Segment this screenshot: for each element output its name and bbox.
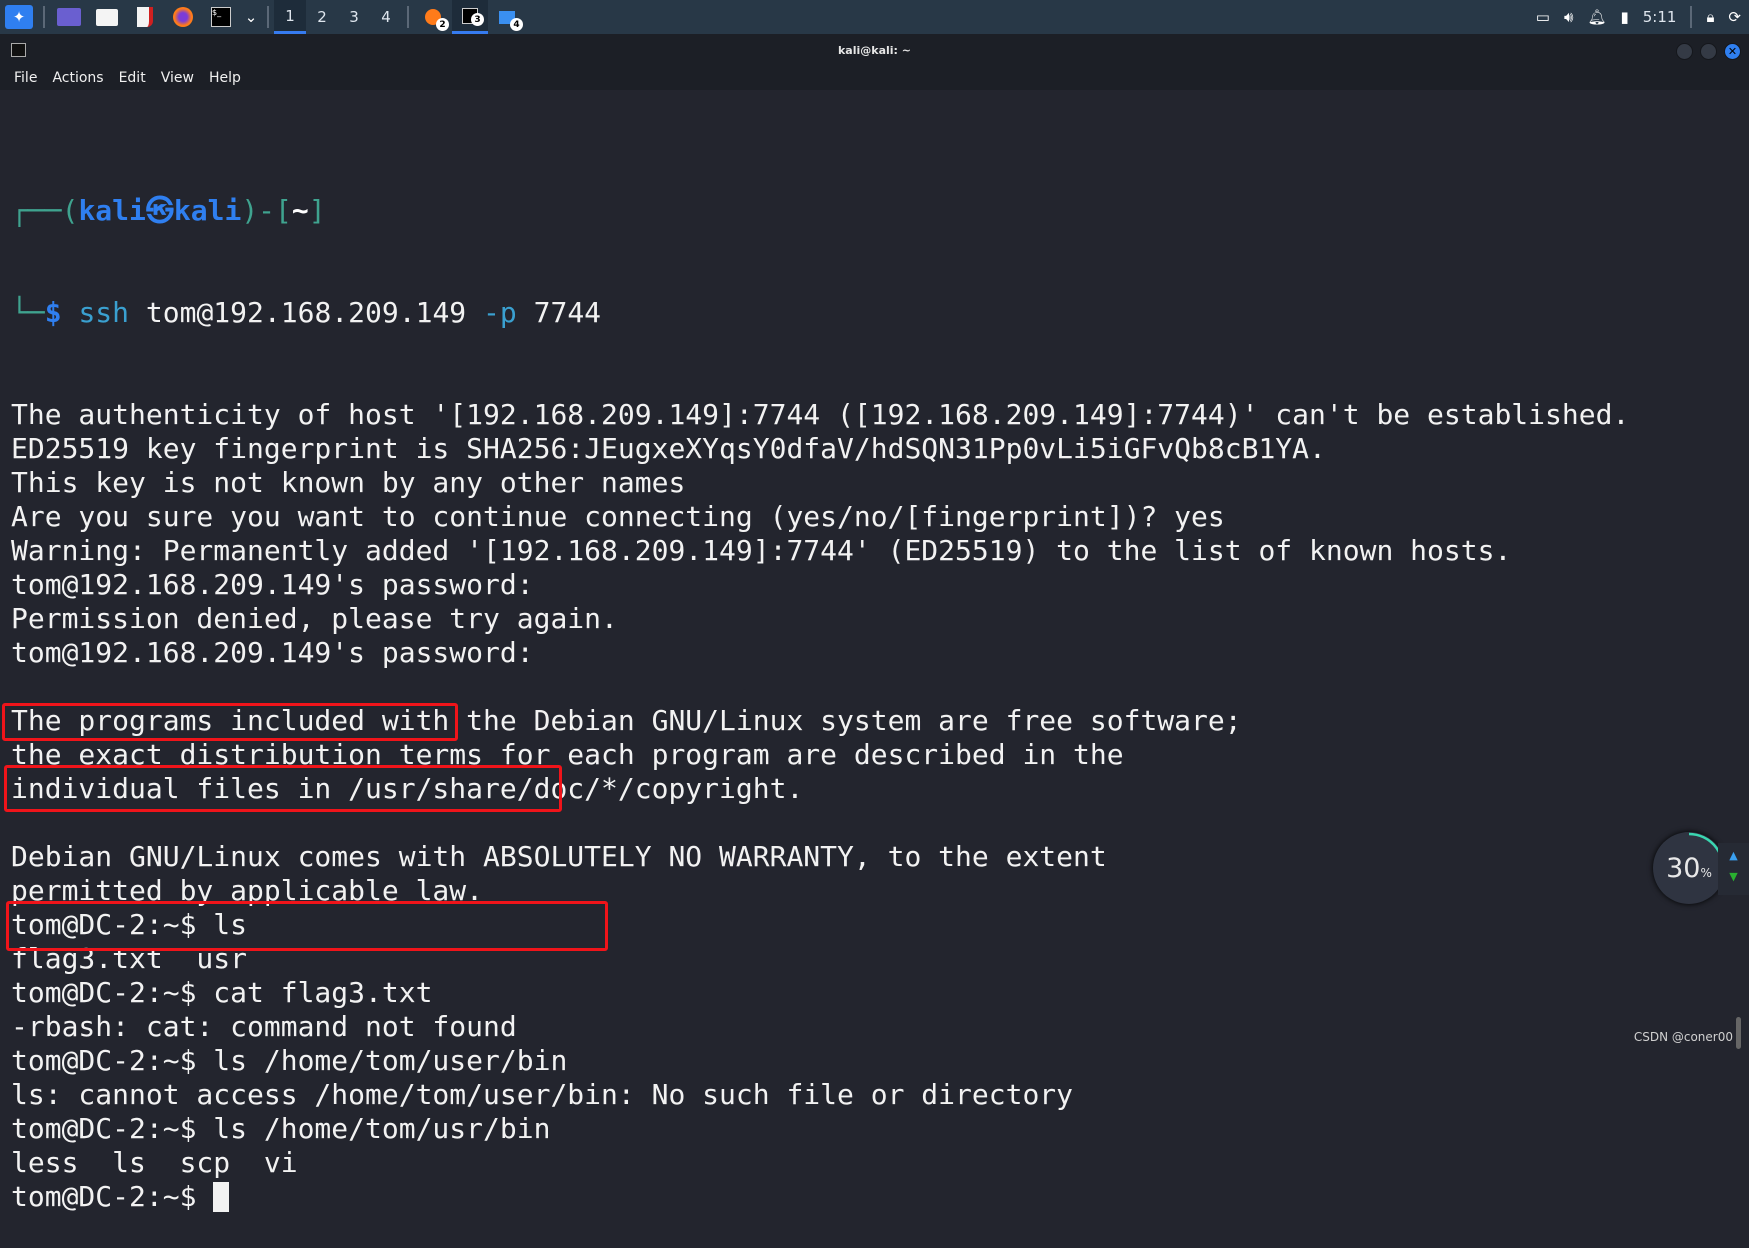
text-editor-icon[interactable] [131, 5, 159, 29]
terminal-line: tom@192.168.209.149's password: [11, 568, 551, 601]
terminal-line: less ls scp vi [11, 1146, 298, 1179]
workspace-2[interactable]: 2 [306, 0, 338, 34]
ssh-command-line: └─$ ssh tom@192.168.209.149 -p 7744 [11, 296, 602, 329]
download-arrow-icon: ▼ [1729, 870, 1738, 883]
divider [267, 6, 269, 28]
menu-view[interactable]: View [161, 68, 194, 90]
firefox-windows-icon[interactable]: 2 [419, 5, 449, 31]
network-icon[interactable]: ▭ [1536, 8, 1550, 26]
terminal-cursor [213, 1182, 230, 1212]
divider [1690, 6, 1693, 28]
terminal-line: Permission denied, please try again. [11, 602, 618, 635]
highlight-box-ls [2, 703, 458, 741]
terminal-line: This key is not known by any other names [11, 466, 686, 499]
terminal-icon[interactable]: $_ [207, 5, 235, 29]
divider [407, 6, 409, 28]
terminal-line: The authenticity of host '[192.168.209.1… [11, 398, 1630, 431]
menu-help[interactable]: Help [209, 68, 241, 90]
notification-bell-icon[interactable]: 🔔︎ [1587, 8, 1606, 26]
lock-icon[interactable]: 🔒︎ [1706, 8, 1714, 26]
volume-icon[interactable]: 🔊︎ [1564, 8, 1573, 26]
scrollbar[interactable] [1736, 1017, 1741, 1049]
terminal-output[interactable]: ┌──(kali㉿kali)-[~] └─$ ssh tom@192.168.2… [11, 126, 1629, 1248]
chevron-down-icon[interactable]: ⌄ [245, 5, 258, 29]
terminal-windows-icon[interactable]: 3 [452, 0, 488, 34]
terminal-line: tom@DC-2:~$ [11, 1180, 1629, 1214]
terminal-line: ls: cannot access /home/tom/user/bin: No… [11, 1078, 1074, 1111]
close-button[interactable]: ✕ [1724, 43, 1741, 60]
file-manager-icon[interactable] [93, 5, 121, 29]
workspace-3[interactable]: 3 [338, 0, 370, 34]
kali-menu-icon[interactable]: ✦ [5, 5, 33, 29]
shell-prompt: ┌──(kali㉿kali)-[~] [11, 194, 326, 227]
desktop-icon[interactable] [55, 5, 83, 29]
clock[interactable]: 5:11 [1643, 8, 1677, 26]
terminal-line: Warning: Permanently added '[192.168.209… [11, 534, 1512, 567]
upload-arrow-icon: ▲ [1729, 849, 1738, 862]
terminal-line: tom@192.168.209.149's password: [11, 636, 551, 669]
maximize-button[interactable] [1700, 43, 1717, 60]
terminal-line: tom@DC-2:~$ ls /home/tom/usr/bin [11, 1112, 551, 1145]
menu-edit[interactable]: Edit [119, 68, 146, 90]
menu-actions[interactable]: Actions [52, 68, 103, 90]
menu-file[interactable]: File [14, 68, 37, 90]
terminal-line: Are you sure you want to continue connec… [11, 500, 1225, 533]
taskbar: ✦ $_ ⌄ 1 2 3 4 2 3 4 ▭ 🔊︎ 🔔︎ ▮ 5:11 🔒︎ ⟳ [0, 0, 1749, 34]
terminal-line: tom@DC-2:~$ ls /home/tom/user/bin [11, 1044, 568, 1077]
highlight-box-cat [4, 765, 562, 812]
firefox-icon[interactable] [169, 5, 197, 29]
minimize-button[interactable] [1676, 43, 1693, 60]
terminal-line: ED25519 key fingerprint is SHA256:JEugxe… [11, 432, 1326, 465]
divider [43, 6, 45, 28]
workspace-1[interactable]: 1 [274, 0, 306, 34]
window-titlebar: kali@kali: ~ ✕ [0, 34, 1749, 68]
menu-bar: File Actions Edit View Help [0, 68, 1749, 90]
highlight-box-ls-usr-bin [6, 901, 608, 951]
gauge-arc [1688, 832, 1725, 879]
workspace-4[interactable]: 4 [370, 0, 402, 34]
watermark: CSDN @coner00 [1633, 1030, 1733, 1044]
close-icon: ✕ [1727, 45, 1738, 58]
window-title: kali@kali: ~ [837, 44, 911, 57]
logout-icon[interactable]: ⟳ [1728, 8, 1741, 26]
network-speed-panel: ▲ ▼ [1718, 843, 1749, 895]
folder-windows-icon[interactable]: 4 [493, 5, 523, 31]
terminal-line: Debian GNU/Linux comes with ABSOLUTELY N… [11, 840, 1107, 873]
system-tray: ▭ 🔊︎ 🔔︎ ▮ 5:11 🔒︎ ⟳ [1536, 0, 1749, 34]
terminal-line: tom@DC-2:~$ cat flag3.txt [11, 976, 433, 1009]
terminal-line: -rbash: cat: command not found [11, 1010, 517, 1043]
battery-icon[interactable]: ▮ [1620, 8, 1628, 26]
